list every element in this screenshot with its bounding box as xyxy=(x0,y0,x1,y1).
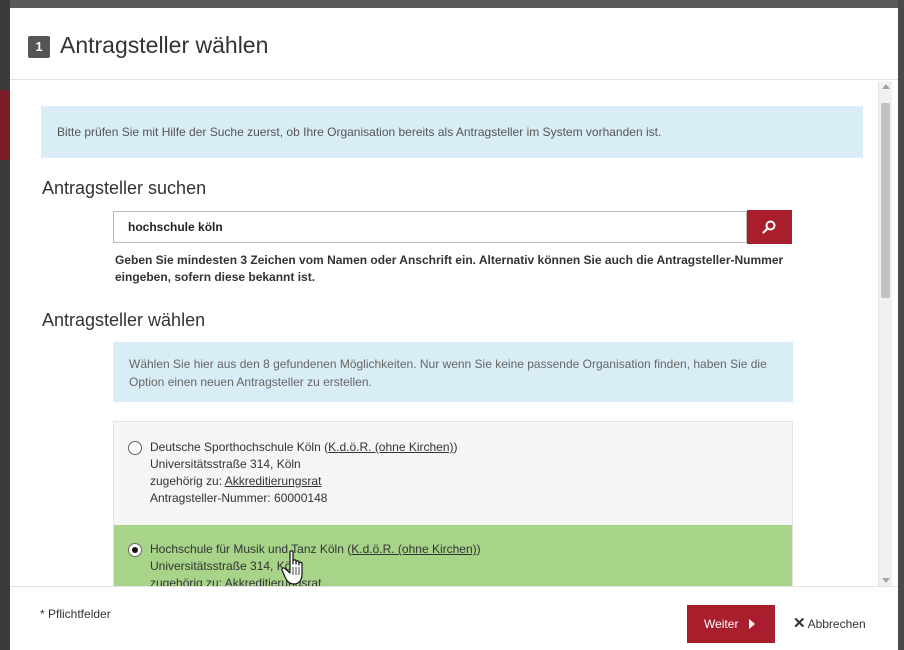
result-option-selected[interactable]: Hochschule für Musik und Tanz Köln (K.d.… xyxy=(114,525,792,586)
belongs-to-link[interactable]: Akkreditierungsrat xyxy=(225,474,322,488)
result-name: Deutsche Sporthochschule Köln xyxy=(150,440,321,454)
cancel-label: Abbrechen xyxy=(807,617,866,631)
next-label: Weiter xyxy=(704,617,739,631)
dialog-body: Bitte prüfen Sie mit Hilfe der Suche zue… xyxy=(10,81,898,586)
belongs-label: zugehörig zu: xyxy=(150,474,225,488)
scroll-down-icon[interactable] xyxy=(882,578,890,583)
legal-form-link[interactable]: K.d.ö.R. (ohne Kirchen) xyxy=(328,440,453,454)
search-heading: Antragsteller suchen xyxy=(42,178,207,198)
background-page-edge xyxy=(0,0,10,650)
next-button[interactable]: Weiter xyxy=(687,605,775,643)
close-icon: ✕ xyxy=(793,615,806,632)
applicant-dialog: 1 Antragsteller wählen Bitte prüfen Sie … xyxy=(10,8,898,650)
scroll-up-icon[interactable] xyxy=(882,84,890,89)
select-heading: Antragsteller wählen xyxy=(42,310,206,330)
background-window-edge xyxy=(0,0,904,8)
result-name-line: Hochschule für Musik und Tanz Köln (K.d.… xyxy=(150,542,481,556)
scroll-thumb[interactable] xyxy=(881,103,890,298)
step-badge: 1 xyxy=(28,36,50,58)
belongs-label: zugehörig zu: xyxy=(150,576,225,586)
results-info-alert: Wählen Sie hier aus den 8 gefundenen Mög… xyxy=(113,342,793,402)
dialog-header: 1 Antragsteller wählen xyxy=(10,8,898,80)
info-alert: Bitte prüfen Sie mit Hilfe der Suche zue… xyxy=(41,106,863,158)
search-button[interactable] xyxy=(747,210,792,244)
result-belongs-line: zugehörig zu: Akkreditierungsrat xyxy=(150,473,792,490)
dialog-title: Antragsteller wählen xyxy=(60,32,269,58)
background-mark xyxy=(0,90,10,160)
search-icon xyxy=(762,220,776,234)
result-list: Deutsche Sporthochschule Köln (K.d.ö.R. … xyxy=(113,421,793,586)
result-address: Universitätsstraße 314, Köln xyxy=(150,457,301,471)
legal-form-link[interactable]: K.d.ö.R. (ohne Kirchen) xyxy=(351,542,476,556)
search-input[interactable] xyxy=(113,211,747,243)
result-number: Antragsteller-Nummer: 60000148 xyxy=(150,491,328,505)
result-name: Hochschule für Musik und Tanz Köln xyxy=(150,542,344,556)
result-belongs-line: zugehörig zu: Akkreditierungsrat xyxy=(150,575,792,586)
scrollbar[interactable] xyxy=(878,81,892,586)
result-address: Universitätsstraße 314, Köln xyxy=(150,559,301,573)
radio-button-checked[interactable] xyxy=(128,543,142,557)
hand-cursor-icon xyxy=(281,550,303,585)
required-fields-note: * Pflichtfelder xyxy=(40,607,111,621)
dialog-footer: * Pflichtfelder Weiter ✕ Abbrechen xyxy=(10,586,898,650)
background-page-edge-right xyxy=(898,0,904,650)
cancel-button[interactable]: ✕ Abbrechen xyxy=(793,614,866,632)
result-name-line: Deutsche Sporthochschule Köln (K.d.ö.R. … xyxy=(150,440,458,454)
result-option[interactable]: Deutsche Sporthochschule Köln (K.d.ö.R. … xyxy=(114,422,792,524)
caret-right-icon xyxy=(749,619,755,629)
radio-button[interactable] xyxy=(128,441,142,455)
search-hint: Geben Sie mindesten 3 Zeichen vom Namen … xyxy=(115,253,784,284)
